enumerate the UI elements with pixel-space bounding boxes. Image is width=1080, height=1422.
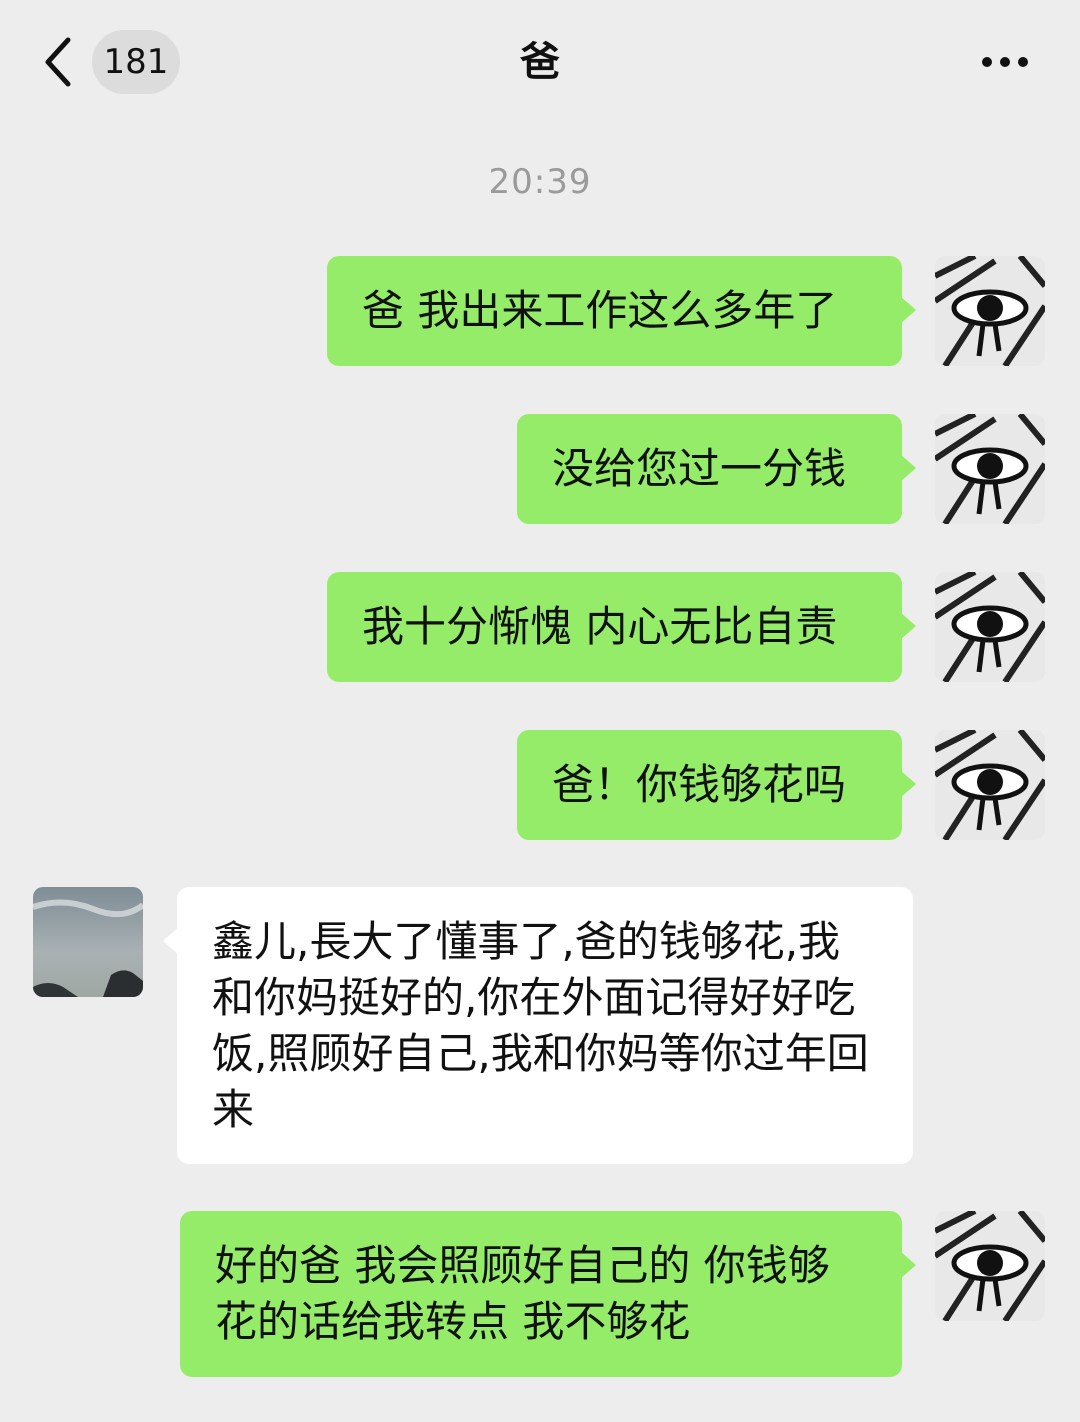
message-bubble[interactable]: 我十分惭愧 内心无比自责 [327, 572, 916, 682]
more-options-button[interactable] [975, 48, 1035, 76]
avatar[interactable] [935, 730, 1045, 840]
chat-title: 爸 [520, 39, 560, 85]
message-bubble[interactable]: 鑫儿,長大了懂事了,爸的钱够花,我和你妈挺好的,你在外面记得好好吃饭,照顾好自己… [163, 887, 913, 1164]
avatar[interactable] [935, 414, 1045, 524]
avatar[interactable] [935, 572, 1045, 682]
message-bubble[interactable]: 爸！你钱够花吗 [517, 730, 916, 840]
chat-header: 181 爸 [0, 0, 1080, 125]
avatar[interactable] [935, 1211, 1045, 1321]
message-bubble[interactable]: 爸 我出来工作这么多年了 [327, 256, 916, 366]
message-bubble[interactable]: 好的爸 我会照顾好自己的 你钱够花的话给我转点 我不够花 [180, 1211, 916, 1377]
avatar[interactable] [33, 887, 143, 997]
message-timestamp: 20:39 [488, 162, 592, 202]
message-bubble[interactable]: 没给您过一分钱 [517, 414, 916, 524]
ellipsis-icon [982, 57, 1028, 67]
avatar[interactable] [935, 256, 1045, 366]
